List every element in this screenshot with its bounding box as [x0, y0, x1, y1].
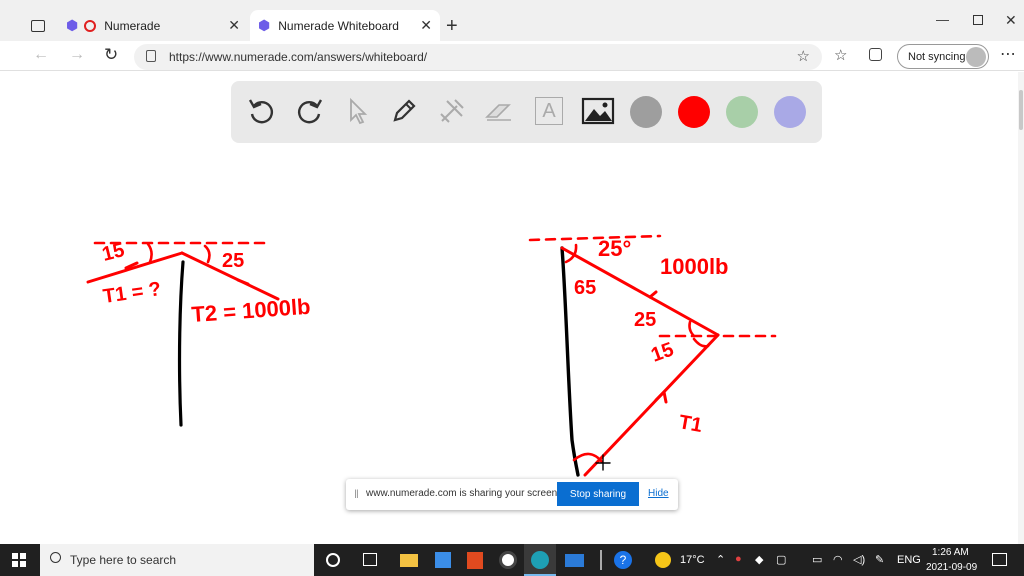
weather-temperature[interactable]: 17°C [680, 554, 705, 566]
clock-date[interactable]: 2021-09-09 [926, 562, 977, 573]
left-angle-15: 15 [100, 239, 127, 266]
tray-app-icon[interactable]: ▢ [776, 553, 786, 566]
office-icon[interactable] [467, 552, 483, 569]
dropbox-icon[interactable]: ◆ [755, 553, 763, 566]
volume-icon[interactable]: ◁) [853, 553, 865, 566]
right-angle-15: 15 [648, 338, 676, 366]
hide-link[interactable]: Hide [648, 488, 669, 499]
right-arrow-lower [654, 390, 668, 404]
right-top-dashed-reference [528, 234, 662, 242]
drag-handle-icon[interactable]: ‖ [354, 487, 359, 501]
task-view-icon[interactable] [363, 553, 377, 566]
right-arrow-upper [648, 290, 658, 299]
right-angle-65: 65 [574, 277, 596, 299]
share-message: www.numerade.com is sharing your screen. [366, 488, 560, 499]
notifications-icon[interactable] [992, 553, 1007, 566]
mail-icon[interactable] [565, 554, 584, 567]
right-top-angle-label: 25° [598, 236, 631, 261]
right-mid-angle-arc-lower [692, 337, 710, 348]
microsoft-store-icon[interactable] [435, 552, 451, 568]
taskbar: Type here to search ? 17°C ⌃ ● ◆ ▢ ▭ ◠ ◁… [0, 544, 1024, 576]
left-wall-line [177, 260, 185, 427]
left-t2-label: T2 = 1000lb [191, 294, 312, 327]
edge-icon[interactable] [524, 544, 556, 576]
screen-share-banner: ‖ www.numerade.com is sharing your scree… [346, 479, 678, 510]
left-angle-arc-1 [146, 242, 153, 264]
left-angle-25: 25 [222, 250, 244, 272]
overflow-app-icon[interactable] [600, 550, 606, 570]
right-t1-label: T1 [677, 411, 704, 437]
tray-app-icon[interactable]: ● [735, 553, 742, 565]
search-icon [50, 552, 61, 563]
stop-sharing-label: Stop sharing [569, 488, 627, 500]
search-placeholder: Type here to search [70, 553, 177, 567]
left-angle-arc-2 [203, 244, 211, 264]
stop-sharing-button[interactable]: Stop sharing [557, 482, 639, 506]
right-angle-25: 25 [634, 309, 656, 331]
help-icon[interactable]: ? [614, 551, 632, 569]
left-arrow-t2 [236, 278, 250, 286]
wifi-icon[interactable]: ◠ [833, 553, 843, 566]
battery-icon[interactable]: ▭ [812, 553, 822, 566]
right-mid-angle-arc-upper [688, 320, 696, 338]
windows-start-icon[interactable] [12, 553, 26, 567]
cortana-icon[interactable] [326, 553, 340, 567]
weather-icon[interactable] [655, 552, 671, 568]
tray-chevron-icon[interactable]: ⌃ [716, 553, 725, 566]
left-t1-label: T1 = ? [102, 278, 163, 308]
clock-time[interactable]: 1:26 AM [932, 547, 969, 558]
file-explorer-icon[interactable] [400, 554, 418, 567]
input-language[interactable]: ENG [897, 554, 921, 566]
obs-icon[interactable] [499, 551, 517, 569]
taskbar-search-box[interactable]: Type here to search [40, 544, 314, 576]
pen-workspace-icon[interactable]: ✎ [875, 553, 884, 566]
right-weight-label: 1000lb [660, 254, 729, 279]
